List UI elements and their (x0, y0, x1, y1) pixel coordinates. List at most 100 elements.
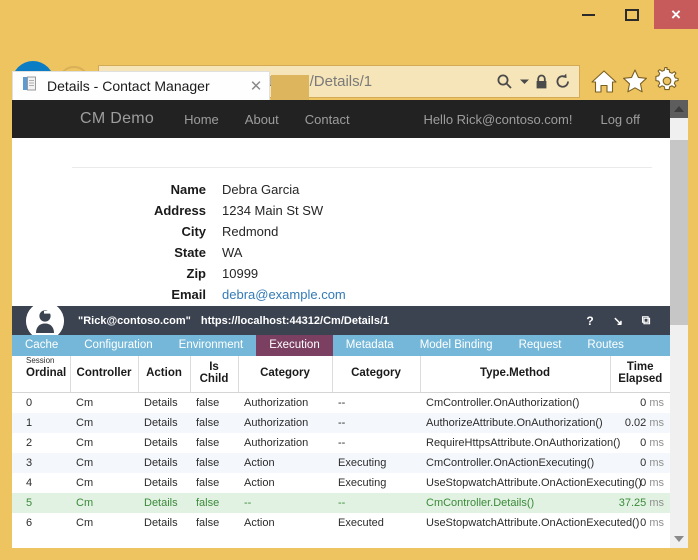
browser-toolbar: https://localhost:44312/Cm/Details/1 (0, 30, 698, 103)
table-row[interactable]: 0 Cm Details false Authorization -- CmControll… (12, 393, 670, 414)
column-header-ordinal[interactable]: Ordinal (12, 356, 71, 393)
cell-is-child: false (196, 517, 220, 529)
minimize-button[interactable] (566, 0, 610, 29)
cell-controller: Cm (76, 517, 94, 529)
glimpse-tab-request[interactable]: Request (506, 335, 575, 356)
help-icon[interactable]: ? (576, 306, 604, 335)
cell-action: Details (138, 453, 190, 473)
minimize-panel-icon[interactable]: ↘ (604, 306, 632, 335)
close-icon: × (671, 5, 681, 24)
glimpse-panel: "Rick@contoso.com" https://localhost:443… (12, 302, 670, 548)
column-header-action[interactable]: Action (138, 356, 191, 393)
window-bottom-edge (0, 548, 698, 560)
table-row[interactable]: 1 Cm Details false Authorization -- AuthorizeA… (12, 413, 670, 433)
detail-row-address: Address 1234 Main St SW (12, 203, 652, 218)
tab-details-contact-manager[interactable]: Details - Contact Manager ✕ (12, 71, 270, 100)
contact-details: Name Debra Garcia Address 1234 Main St S… (12, 138, 670, 324)
cell-category-1: Action (244, 517, 275, 529)
popout-panel-icon[interactable]: ⧉ (632, 306, 660, 335)
new-tab-button[interactable] (271, 75, 309, 100)
glimpse-tab-metadata[interactable]: Metadata (333, 335, 407, 356)
cell-is-child: false (190, 453, 238, 473)
browser-window: × Details - Contact Manager ✕ CM Demo Ho… (0, 0, 698, 560)
column-header-category-1[interactable]: Category (238, 356, 333, 393)
details-definition-list: Name Debra Garcia Address 1234 Main St S… (12, 182, 652, 308)
nav-link-about[interactable]: About (245, 112, 279, 127)
chevron-up-icon (674, 106, 684, 112)
cell-time-elapsed: 0 ms (610, 393, 670, 414)
column-header-type-method[interactable]: Type.Method (420, 356, 611, 393)
glimpse-tab-execution[interactable]: Execution (256, 335, 333, 356)
cell-type-method: AuthorizeAttribute.OnAuthorization() (420, 413, 610, 433)
cell-category-1: Authorization (244, 437, 309, 449)
site-brand[interactable]: CM Demo (80, 110, 154, 128)
tab-strip: Details - Contact Manager ✕ (0, 71, 698, 100)
elapsed-unit: ms (646, 437, 664, 449)
detail-value: Debra Garcia (222, 182, 300, 197)
detail-row-email: Email debra@example.com (12, 287, 652, 302)
cell-category-1: Action (238, 453, 332, 473)
cell-category-2: Executing (338, 477, 387, 489)
detail-value: 10999 (222, 266, 259, 281)
elapsed-value: 37.25 (618, 497, 647, 509)
elapsed-unit: ms (646, 397, 664, 409)
cell-type-method: UseStopwatchAttribute.OnActionExecuted() (426, 517, 640, 529)
table-row[interactable]: 6 Cm Details false Action Executed UseStopwatc… (12, 513, 670, 533)
table-header: Ordinal Controller Action Is Child Categ… (12, 356, 670, 393)
table-row[interactable]: 5 Cm Details false -- -- CmController.Details(… (12, 493, 670, 513)
cell-ordinal: 1 (12, 413, 70, 433)
cell-category-2: -- (338, 397, 346, 409)
table-body: 0 Cm Details false Authorization -- CmControll… (12, 393, 670, 534)
cell-category-2: -- (338, 437, 346, 449)
cell-action: Details (144, 477, 178, 489)
column-header-time-elapsed[interactable]: Time Elapsed (610, 356, 670, 393)
glimpse-tab-routes[interactable]: Routes (574, 335, 636, 356)
column-header-controller[interactable]: Controller (70, 356, 139, 393)
column-header-is-child[interactable]: Is Child (190, 356, 239, 393)
glimpse-tab-environment[interactable]: Environment (166, 335, 257, 356)
detail-value: WA (222, 245, 243, 260)
cell-is-child: false (196, 397, 220, 409)
detail-row-city: City Redmond (12, 224, 652, 239)
cell-ordinal: 5 (12, 493, 70, 513)
minimize-icon (581, 13, 595, 16)
scroll-up-button[interactable] (670, 100, 688, 118)
execution-table: Ordinal Controller Action Is Child Categ… (12, 356, 670, 533)
cell-ordinal: 6 (26, 517, 33, 529)
cell-ordinal: 0 (26, 397, 33, 409)
chevron-down-icon (674, 536, 684, 542)
cell-action: Details (144, 517, 178, 529)
cell-is-child: false (196, 437, 220, 449)
detail-label: City (181, 224, 206, 239)
cell-controller: Cm (76, 477, 94, 489)
close-window-button[interactable]: × (654, 0, 698, 29)
cell-category-2: -- (332, 413, 420, 433)
glimpse-execution-table-container: Session Ordinal Controller Action Is Chi… (12, 356, 670, 548)
glimpse-tab-cache[interactable]: Cache (12, 335, 71, 356)
user-greeting[interactable]: Hello Rick@contoso.com! (423, 112, 572, 127)
cell-action: Details (144, 397, 178, 409)
tab-close-icon[interactable]: ✕ (243, 79, 269, 94)
cell-type-method: CmController.Details() (420, 493, 610, 513)
log-off-link[interactable]: Log off (600, 112, 640, 127)
scrollbar-thumb[interactable] (670, 140, 688, 325)
scroll-down-button[interactable] (670, 530, 688, 548)
table-row[interactable]: 4 Cm Details false Action Executing UseStopwat… (12, 473, 670, 493)
cell-is-child: false (190, 413, 238, 433)
cell-time-elapsed: 0 ms (610, 453, 670, 473)
glimpse-tab-model-binding[interactable]: Model Binding (407, 335, 506, 356)
table-row[interactable]: 2 Cm Details false Authorization -- RequireHtt… (12, 433, 670, 453)
page-scrollbar[interactable] (670, 100, 688, 548)
glimpse-tab-configuration[interactable]: Configuration (71, 335, 165, 356)
page-viewport: CM Demo Home About Contact Hello Rick@co… (12, 100, 688, 548)
email-link[interactable]: debra@example.com (222, 287, 346, 302)
cell-time-elapsed: 0.02 ms (610, 413, 670, 433)
elapsed-unit: ms (646, 497, 664, 509)
maximize-button[interactable] (610, 0, 654, 29)
cell-type-method: CmController.OnActionExecuting() (420, 453, 610, 473)
table-row[interactable]: 3 Cm Details false Action Executing CmControll… (12, 453, 670, 473)
nav-link-contact[interactable]: Contact (305, 112, 350, 127)
nav-link-home[interactable]: Home (184, 112, 219, 127)
cell-category-1: -- (238, 493, 332, 513)
column-header-category-2[interactable]: Category (332, 356, 421, 393)
